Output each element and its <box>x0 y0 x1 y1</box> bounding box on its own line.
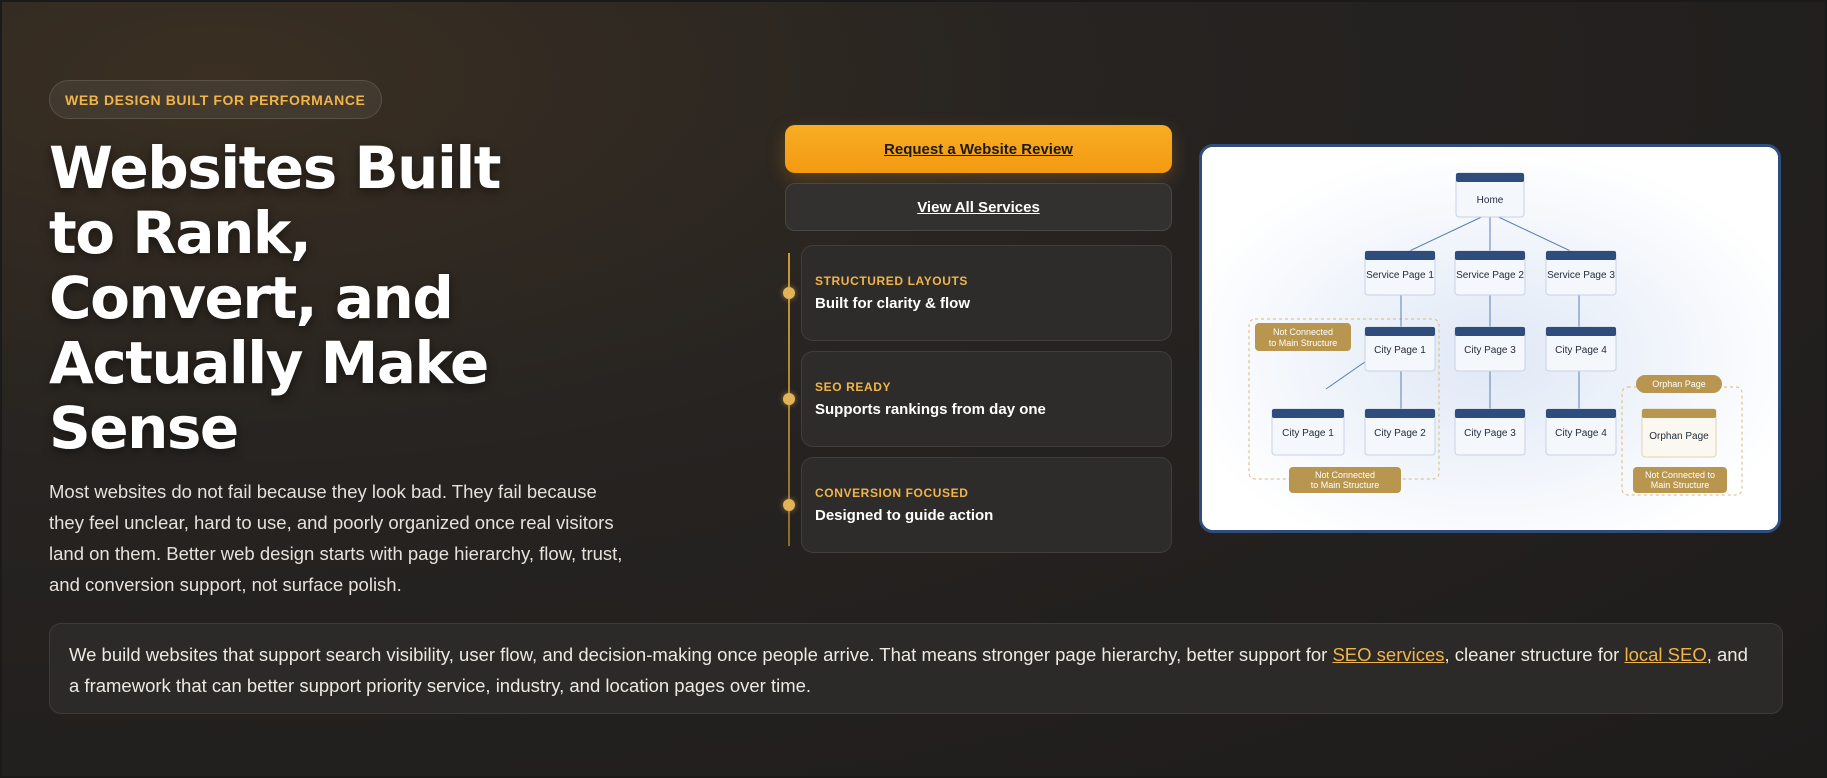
tag-label: Orphan Page <box>1652 379 1706 389</box>
service-node: Service Page 3 <box>1545 250 1617 296</box>
site-structure-diagram: Home Service Page 1 Service Page 2 Servi… <box>1199 144 1781 533</box>
city-node: City Page 4 <box>1545 326 1617 372</box>
feature-text: Designed to guide action <box>815 507 994 524</box>
local-seo-link[interactable]: local SEO <box>1624 644 1706 665</box>
city-node: City Page 2 <box>1364 408 1436 456</box>
request-review-button[interactable]: Request a Website Review <box>785 125 1172 173</box>
city-node: City Page 1 <box>1271 408 1345 456</box>
node-label: Service Page 3 <box>1547 270 1615 281</box>
feature-card-conversion: CONVERSION FOCUSED Designed to guide act… <box>801 457 1172 553</box>
hero-title-line: Actually Make <box>49 329 489 397</box>
hero-title-line: to Rank, <box>49 199 312 267</box>
view-services-button[interactable]: View All Services <box>785 183 1172 231</box>
bottom-text: , cleaner structure for <box>1444 644 1625 665</box>
service-node: Service Page 1 <box>1364 250 1436 296</box>
city-node: City Page 4 <box>1545 408 1617 456</box>
timeline-dot <box>783 287 795 299</box>
node-label: City Page 3 <box>1464 345 1516 356</box>
timeline-dot <box>783 393 795 405</box>
node-label: Home <box>1477 195 1504 206</box>
not-connected-tag: Not Connected to Main Structure <box>1255 323 1351 351</box>
node-label: City Page 4 <box>1555 428 1607 439</box>
hero-title-line: Sense <box>49 394 239 462</box>
node-label: City Page 2 <box>1374 428 1426 439</box>
feature-kicker: STRUCTURED LAYOUTS <box>815 274 969 288</box>
hero-description: Most websites do not fail because they l… <box>49 481 623 595</box>
hero-title-line: Websites Built <box>49 134 501 202</box>
city-node: City Page 3 <box>1454 408 1526 456</box>
timeline-dot <box>783 499 795 511</box>
feature-kicker: SEO READY <box>815 380 892 394</box>
city-node: City Page 1 <box>1364 326 1436 372</box>
node-label: Service Page 1 <box>1366 270 1434 281</box>
bottom-text: We build websites that support search vi… <box>69 644 1333 665</box>
home-node: Home <box>1455 172 1525 218</box>
node-label: City Page 1 <box>1374 345 1426 356</box>
node-label: City Page 1 <box>1282 428 1334 439</box>
orphan-tag: Orphan Page <box>1636 375 1722 393</box>
feature-kicker: CONVERSION FOCUSED <box>815 486 969 500</box>
diagram-svg: Home Service Page 1 Service Page 2 Servi… <box>1202 147 1778 530</box>
hero-title-line: Convert, and <box>49 264 454 332</box>
not-connected-tag: Not Connected to Main Structure <box>1289 467 1401 493</box>
orphan-node: Orphan Page <box>1641 408 1717 458</box>
tag-label: to Main Structure <box>1311 480 1380 490</box>
service-node: Service Page 2 <box>1454 250 1526 296</box>
tag-label: to Main Structure <box>1269 338 1338 348</box>
node-label: Service Page 2 <box>1456 270 1524 281</box>
tag-label: Main Structure <box>1651 480 1710 490</box>
tag-label: Not Connected <box>1273 327 1333 337</box>
tag-label: Not Connected to <box>1645 470 1715 480</box>
seo-services-link[interactable]: SEO services <box>1332 644 1444 665</box>
node-label: City Page 3 <box>1464 428 1516 439</box>
feature-card-structured: STRUCTURED LAYOUTS Built for clarity & f… <box>801 245 1172 341</box>
eyebrow-badge: WEB DESIGN BUILT FOR PERFORMANCE <box>49 80 382 119</box>
feature-text: Supports rankings from day one <box>815 401 1046 418</box>
bottom-intro-band: We build websites that support search vi… <box>49 623 1783 714</box>
not-connected-tag: Not Connected to Main Structure <box>1633 467 1727 493</box>
hero-title: Websites Built to Rank, Convert, and Act… <box>49 136 569 461</box>
feature-card-seo: SEO READY Supports rankings from day one <box>801 351 1172 447</box>
feature-text: Built for clarity & flow <box>815 295 971 312</box>
city-node: City Page 3 <box>1454 326 1526 372</box>
tag-label: Not Connected <box>1315 470 1375 480</box>
node-label: City Page 4 <box>1555 345 1607 356</box>
node-label: Orphan Page <box>1649 431 1709 442</box>
